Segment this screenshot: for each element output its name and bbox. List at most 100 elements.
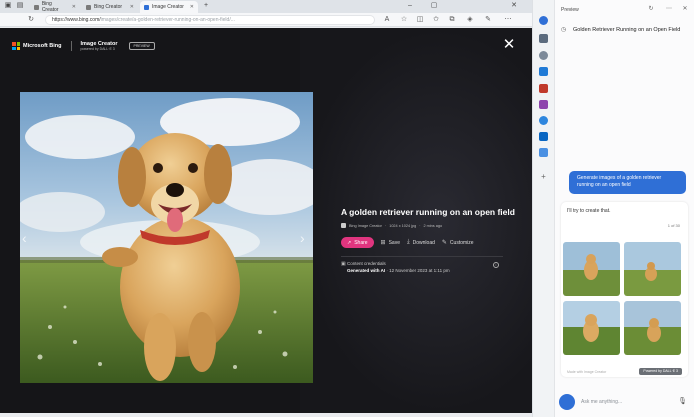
- meta-dot: ·: [384, 223, 387, 228]
- chat-input[interactable]: [581, 397, 673, 407]
- content-credentials: ▣ Content credentials Generated with AI …: [341, 261, 450, 273]
- brand-divider: [70, 41, 72, 51]
- shield-icon[interactable]: ◈: [466, 16, 474, 24]
- history-icon: ◷: [561, 27, 567, 33]
- maximize-icon[interactable]: ▢: [430, 2, 438, 10]
- image-viewer-modal: Microsoft Bing Image Creator powered by …: [0, 28, 532, 413]
- window-close-icon[interactable]: ✕: [510, 2, 518, 10]
- microphone-icon[interactable]: 🎙: [678, 397, 687, 405]
- preview-badge: PREVIEW: [128, 42, 155, 50]
- customize-button[interactable]: ✎ Customize: [441, 239, 474, 247]
- info-icon[interactable]: i: [493, 262, 499, 268]
- dog-thumbnail-image: [624, 242, 681, 296]
- discover-icon[interactable]: [539, 51, 548, 60]
- meta-dot: ·: [419, 223, 421, 228]
- dog-thumbnail-image: [563, 301, 620, 355]
- next-image-icon[interactable]: ›: [300, 231, 305, 245]
- credentials-line: Generated with AI · 12 November 2023 at …: [341, 268, 450, 273]
- conversation-title: Golden Retriever Running on an Open Fiel…: [573, 27, 681, 33]
- tab-favicon-icon: [86, 4, 91, 10]
- refresh-icon[interactable]: ↻: [27, 16, 35, 24]
- address-bar[interactable]: https://www.bing.com/ images/create/a-go…: [45, 15, 375, 25]
- tab-label: Bing Creator: [41, 1, 59, 13]
- collections-icon[interactable]: ⧉: [448, 16, 456, 24]
- generated-image[interactable]: [20, 92, 313, 383]
- tab-favicon-icon: [144, 4, 149, 10]
- copilot-icon[interactable]: [539, 16, 548, 25]
- tab-favicon-icon: [34, 4, 39, 10]
- read-aloud-icon[interactable]: A: [383, 16, 391, 24]
- download-icon: ⤓: [406, 239, 410, 245]
- brand-header: Microsoft Bing Image Creator powered by …: [12, 41, 155, 51]
- close-icon[interactable]: ✕: [681, 5, 689, 12]
- shopping-icon[interactable]: [539, 67, 548, 76]
- tab-actions-icon[interactable]: ▤: [16, 2, 24, 10]
- browser-toolbar: ↻ https://www.bing.com/ images/create/a-…: [0, 13, 532, 27]
- menu-icon[interactable]: ⋯: [504, 16, 512, 24]
- tab-close-icon[interactable]: ✕: [190, 4, 194, 10]
- tab-strip: ▣ ▤ Bing Creator ✕ Bing Creator ✕ Image …: [0, 0, 532, 13]
- chat-bar: 🎙: [559, 393, 691, 411]
- user-message: Generate images of a golden retriever ru…: [569, 171, 686, 194]
- share-button[interactable]: ↗ Share: [341, 237, 374, 248]
- save-icon: ⊞: [380, 240, 386, 246]
- close-icon[interactable]: ✕: [502, 37, 516, 52]
- profile-icon[interactable]: ▣: [4, 2, 12, 10]
- outlook-icon[interactable]: [539, 132, 548, 141]
- share-icon: ↗: [347, 239, 352, 246]
- dalle-badge: Powered by DALL·E 3: [639, 368, 682, 375]
- credentials-icon: ▣: [341, 261, 346, 267]
- share-label: Share: [354, 239, 368, 246]
- tab-label: Bing Creator: [94, 4, 123, 10]
- brand-name: Microsoft Bing: [23, 43, 62, 49]
- more-icon[interactable]: ⋯: [665, 5, 673, 12]
- product-block: Image Creator powered by DALL·E 3: [81, 41, 118, 51]
- credentials-heading: Content credentials: [347, 261, 386, 266]
- favorite-icon[interactable]: ☆: [400, 16, 408, 24]
- extensions-icon[interactable]: ✎: [484, 16, 492, 24]
- bot-text: I'll try to create that.: [567, 208, 611, 214]
- tab-bing-creator-2[interactable]: Bing Creator ✕: [82, 1, 138, 13]
- copilot-avatar-icon[interactable]: [559, 394, 575, 410]
- thumbnail-1[interactable]: [563, 242, 620, 296]
- download-button[interactable]: ⤓ Download: [407, 239, 435, 246]
- edge-sidebar: +: [532, 0, 554, 417]
- search-icon[interactable]: [539, 34, 548, 43]
- save-button[interactable]: ⊞ Save: [380, 239, 400, 247]
- favorites-icon[interactable]: ✩: [432, 16, 440, 24]
- minimize-icon[interactable]: –: [406, 2, 414, 10]
- refresh-icon[interactable]: ↻: [647, 5, 655, 12]
- dog-thumbnail-image: [563, 242, 620, 296]
- made-with-note: Made with Image Creator: [567, 370, 607, 374]
- bot-response-card: I'll try to create that. 1 of 30 Made wi…: [561, 202, 688, 377]
- customize-icon: ✎: [441, 240, 447, 246]
- meta-size: 1024 x 1024 jpg: [389, 223, 417, 228]
- tools-icon[interactable]: [539, 84, 548, 93]
- page-bottom: [0, 413, 532, 417]
- split-screen-icon[interactable]: ◫: [416, 16, 424, 24]
- tab-image-creator[interactable]: Image Creator ✕: [140, 1, 198, 13]
- office-icon[interactable]: [539, 116, 548, 125]
- url-path: images/create/a-golden-retriever-running…: [100, 17, 235, 23]
- browser-window: ▣ ▤ Bing Creator ✕ Bing Creator ✕ Image …: [0, 0, 694, 417]
- tab-close-icon[interactable]: ✕: [72, 4, 76, 10]
- tab-close-icon[interactable]: ✕: [130, 4, 134, 10]
- image-title: A golden retriever running on an open fi…: [341, 207, 515, 217]
- add-icon[interactable]: +: [539, 172, 548, 181]
- page-indicator[interactable]: 1 of 30: [668, 223, 680, 228]
- tab-bing-creator-1[interactable]: Bing Creator ✕: [30, 1, 80, 13]
- games-icon[interactable]: [539, 100, 548, 109]
- info-divider: [341, 256, 503, 257]
- thumbnail-3[interactable]: [563, 301, 620, 355]
- image-meta: Bing Image Creator · 1024 x 1024 jpg · 2…: [341, 223, 442, 228]
- drop-icon[interactable]: [539, 148, 548, 157]
- save-label: Save: [388, 239, 400, 246]
- previous-image-icon[interactable]: ‹: [22, 231, 27, 245]
- meta-source: Bing Image Creator: [349, 223, 382, 228]
- copilot-pane: Preview ↻ ⋯ ✕ ◷ Golden Retriever Running…: [554, 0, 694, 417]
- generated-label: Generated with AI: [347, 268, 386, 273]
- new-tab-icon[interactable]: +: [202, 2, 210, 10]
- modal-backdrop: [300, 28, 532, 413]
- thumbnail-4[interactable]: [624, 301, 681, 355]
- thumbnail-2[interactable]: [624, 242, 681, 296]
